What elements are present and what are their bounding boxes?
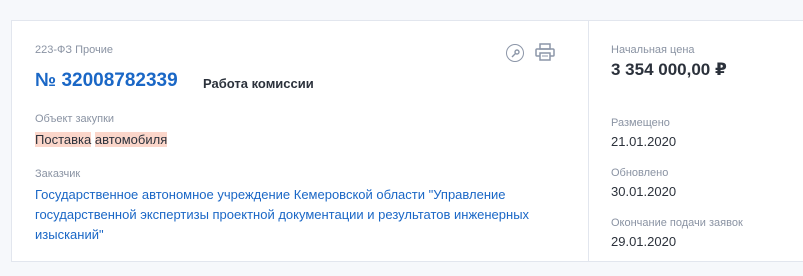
purchase-card: 223-ФЗ Прочие № 32008782339 Работа комис…: [11, 20, 803, 262]
posted-date: 21.01.2020: [611, 134, 677, 149]
object-word-highlight: Поставка: [35, 132, 92, 147]
object-value: Поставка автомобиля: [35, 132, 168, 147]
key-icon[interactable]: [506, 44, 524, 62]
print-icon[interactable]: [535, 43, 555, 61]
card-side: Начальная цена 3 354 000,00 ₽ Размещено …: [588, 21, 803, 261]
object-word-highlight: автомобиля: [94, 132, 168, 147]
customer-label: Заказчик: [35, 168, 81, 180]
status-label: Работа комиссии: [203, 76, 314, 91]
object-label: Объект закупки: [35, 113, 115, 125]
posted-label: Размещено: [611, 117, 670, 129]
price-value: 3 354 000,00 ₽: [611, 60, 727, 79]
deadline-label: Окончание подачи заявок: [611, 217, 743, 229]
updated-label: Обновлено: [611, 167, 669, 179]
deadline-date: 29.01.2020: [611, 234, 677, 249]
law-type-label: 223-ФЗ Прочие: [35, 44, 113, 56]
card-main: 223-ФЗ Прочие № 32008782339 Работа комис…: [12, 21, 588, 261]
key-icon-glyph: [511, 48, 520, 57]
registry-number-link[interactable]: № 32008782339: [35, 70, 178, 92]
price-label: Начальная цена: [611, 44, 695, 56]
customer-link[interactable]: Государственное автономное учреждение Ке…: [35, 185, 565, 245]
updated-date: 30.01.2020: [611, 184, 677, 199]
